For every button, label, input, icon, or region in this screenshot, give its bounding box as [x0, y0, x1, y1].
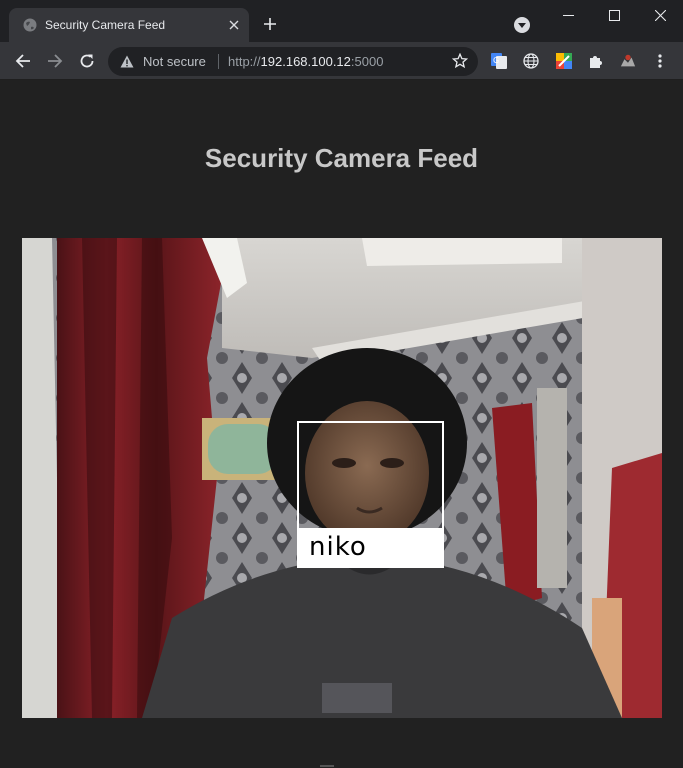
browser-toolbar: Not secure http://192.168.100.12:5000 G — [0, 42, 683, 80]
new-tab-button[interactable] — [260, 14, 280, 34]
reload-icon[interactable] — [77, 51, 97, 71]
menu-kebab-icon[interactable] — [655, 53, 665, 69]
translate-extension-icon[interactable]: G — [491, 53, 507, 69]
browser-titlebar: Security Camera Feed — [0, 0, 683, 42]
bottom-divider — [320, 765, 334, 767]
bookmark-star-icon[interactable] — [452, 53, 468, 69]
warning-icon — [120, 55, 134, 68]
url-scheme: http:// — [228, 54, 261, 69]
globe-icon — [23, 18, 37, 32]
tab-title: Security Camera Feed — [45, 18, 166, 32]
svg-text:G: G — [493, 56, 499, 65]
puzzle-extensions-icon[interactable] — [588, 53, 604, 69]
minimize-button[interactable] — [545, 0, 591, 30]
forward-icon[interactable] — [45, 51, 65, 71]
security-status[interactable]: Not secure — [143, 54, 206, 69]
profile-extension-icon[interactable] — [620, 53, 636, 69]
face-label-text: niko — [309, 532, 367, 562]
globe-extension-icon[interactable] — [523, 53, 539, 69]
browser-tab[interactable]: Security Camera Feed — [9, 8, 249, 42]
camera-feed: niko — [22, 238, 662, 718]
omnibox-divider — [218, 54, 219, 69]
close-window-button[interactable] — [637, 0, 683, 30]
maximize-button[interactable] — [591, 0, 637, 30]
url-port: :5000 — [350, 54, 384, 69]
address-bar[interactable]: Not secure http://192.168.100.12:5000 — [108, 47, 478, 76]
palette-extension-icon[interactable] — [556, 53, 572, 69]
back-icon[interactable] — [13, 51, 33, 71]
url-text[interactable]: http://192.168.100.12:5000 — [228, 54, 383, 69]
tab-search-icon[interactable] — [514, 17, 530, 33]
face-label: niko — [297, 528, 444, 568]
close-tab-icon[interactable] — [225, 16, 243, 34]
url-host: 192.168.100.12 — [260, 54, 351, 69]
page-title: Security Camera Feed — [204, 143, 479, 173]
